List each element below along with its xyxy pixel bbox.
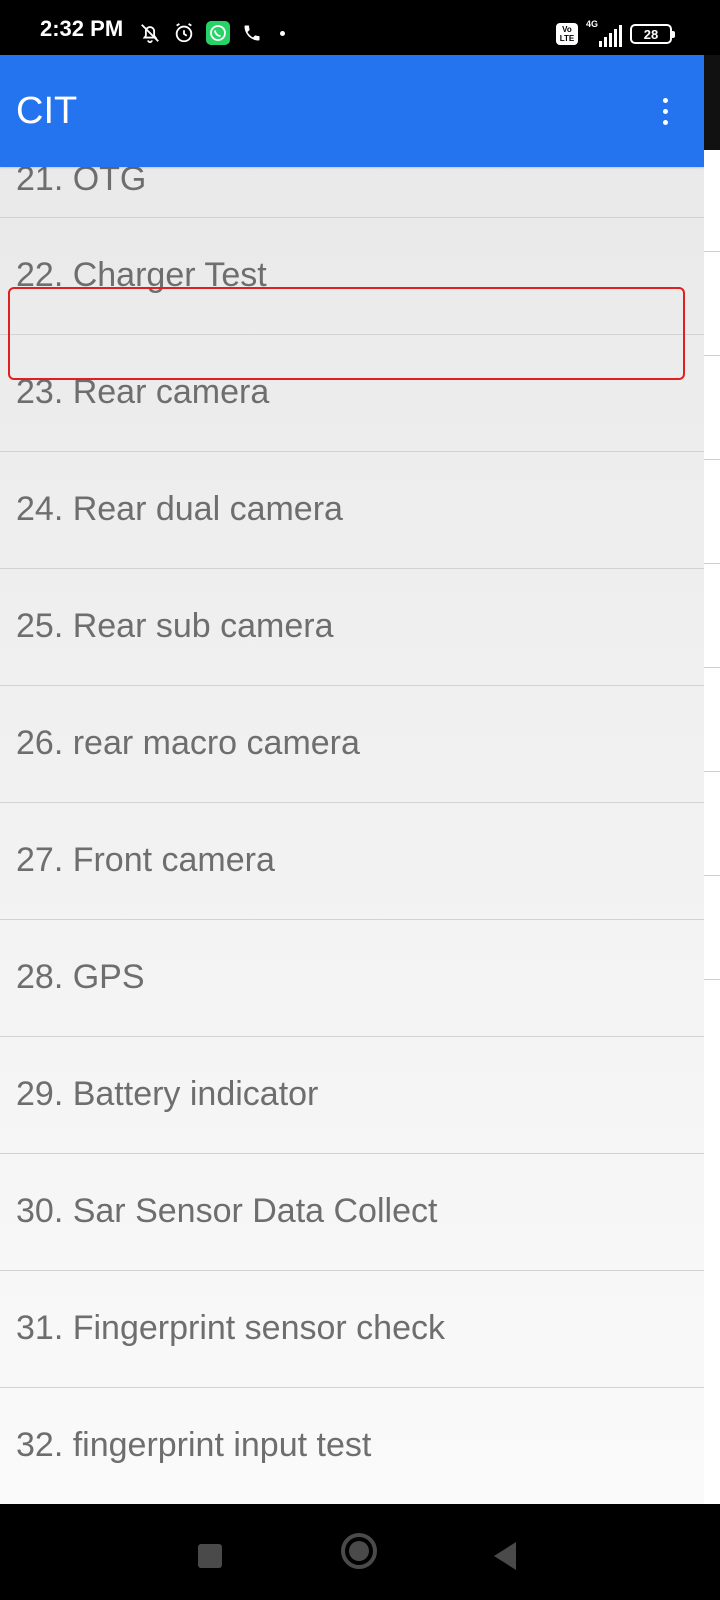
network-type: 4G xyxy=(586,19,599,29)
more-vert-icon[interactable] xyxy=(645,91,685,131)
battery-level: 28 xyxy=(643,26,659,42)
list-item[interactable]: 25. Rear sub camera xyxy=(0,569,704,686)
battery-icon: 28 xyxy=(630,24,675,44)
list-item-label: 23. Rear camera xyxy=(16,373,270,411)
status-time: 2:32 PM xyxy=(40,16,124,41)
list-item-label: 24. Rear dual camera xyxy=(16,490,343,528)
home-icon[interactable] xyxy=(341,1533,377,1569)
phone-icon xyxy=(240,21,264,45)
list-item[interactable]: 29. Battery indicator xyxy=(0,1037,704,1154)
list-item-label: 30. Sar Sensor Data Collect xyxy=(16,1192,438,1230)
list-item-label: 31. Fingerprint sensor check xyxy=(16,1309,445,1347)
list-item-label: 25. Rear sub camera xyxy=(16,607,334,645)
recents-icon[interactable] xyxy=(198,1544,222,1568)
list-item[interactable]: 28. GPS xyxy=(0,920,704,1037)
app-window: 21. OTG 22. Charger Test 23. Rear camera… xyxy=(0,55,704,1504)
list-item-label: 26. rear macro camera xyxy=(16,724,360,762)
system-icons: Vo LTE 4G 28 xyxy=(556,19,675,48)
list-item-label: 27. Front camera xyxy=(16,841,275,879)
alarm-icon xyxy=(172,21,196,45)
back-icon[interactable] xyxy=(494,1542,516,1570)
list-item[interactable]: 26. rear macro camera xyxy=(0,686,704,803)
whatsapp-icon xyxy=(206,21,230,45)
list-item[interactable]: 30. Sar Sensor Data Collect xyxy=(0,1154,704,1271)
volte-icon: Vo LTE xyxy=(556,23,578,45)
status-bar: 2:32 PM Vo LTE 4G 28 xyxy=(0,0,720,55)
right-edge-dark xyxy=(704,55,720,150)
selection-highlight xyxy=(8,287,685,380)
list-item-label: 28. GPS xyxy=(16,958,145,996)
list-item[interactable]: 31. Fingerprint sensor check xyxy=(0,1271,704,1388)
navigation-bar xyxy=(0,1504,720,1600)
list-item[interactable]: 27. Front camera xyxy=(0,803,704,920)
app-title: CIT xyxy=(16,90,78,132)
list-item-label: 21. OTG xyxy=(16,160,147,198)
list-item[interactable]: 32. fingerprint input test xyxy=(0,1388,704,1504)
notification-icons xyxy=(138,18,285,48)
more-notifications-dot xyxy=(280,30,285,36)
list-item-label: 29. Battery indicator xyxy=(16,1075,319,1113)
bell-off-icon xyxy=(138,21,162,45)
app-bar: CIT xyxy=(0,55,704,167)
right-edge-strip xyxy=(704,55,720,1504)
list-item-label: 32. fingerprint input test xyxy=(16,1426,372,1464)
signal-icon: 4G xyxy=(586,19,622,47)
list-item[interactable]: 24. Rear dual camera xyxy=(0,452,704,569)
